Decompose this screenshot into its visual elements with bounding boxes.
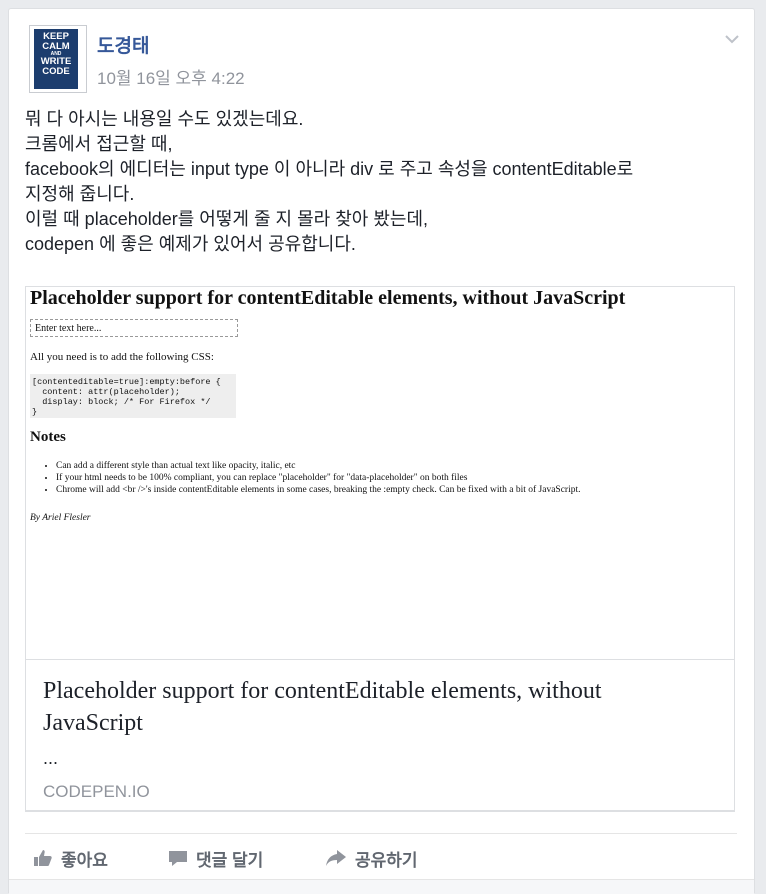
- post-card: KEEP CALM AND WRITE CODE 도경태 10월 16일 오후 …: [8, 8, 755, 894]
- post-text-line: 크롬에서 접근할 때,: [25, 134, 173, 154]
- share-arrow-icon: [326, 850, 346, 866]
- chevron-down-icon[interactable]: [724, 31, 740, 47]
- preview-code-block: [contenteditable=true]:empty:before { co…: [30, 374, 236, 418]
- comment-button[interactable]: 댓글 달기: [168, 845, 263, 871]
- preview-input-example: Enter text here...: [30, 319, 238, 337]
- comment-label: 댓글 달기: [196, 850, 264, 870]
- link-preview-image[interactable]: Placeholder support for contentEditable …: [26, 287, 734, 660]
- preview-note-item: Can add a different style than actual te…: [56, 460, 581, 472]
- preview-title: Placeholder support for contentEditable …: [30, 287, 626, 309]
- comment-icon: [169, 851, 187, 866]
- post-body: 뭐 다 아시는 내용일 수도 있겠는데요. 크롬에서 접근할 때, facebo…: [25, 107, 740, 257]
- post-timestamp[interactable]: 10월 16일 오후 4:22: [97, 64, 245, 89]
- like-button[interactable]: 좋아요: [33, 845, 108, 871]
- author-name[interactable]: 도경태: [97, 31, 149, 58]
- preview-description: All you need is to add the following CSS…: [30, 351, 214, 363]
- post-text-line: facebook의 에디터는 input type 이 아니라 div 로 주고…: [25, 159, 634, 179]
- preview-note-item: Chrome will add <br />'s inside contentE…: [56, 484, 581, 496]
- like-label: 좋아요: [61, 850, 108, 870]
- post-actions-bar: 좋아요 댓글 달기 공유하기: [25, 845, 737, 875]
- avatar[interactable]: KEEP CALM AND WRITE CODE: [29, 25, 87, 93]
- thumbs-up-icon: [34, 850, 52, 866]
- link-preview-card[interactable]: Placeholder support for contentEditable …: [25, 286, 735, 812]
- post-text-line: codepen 에 좋은 예제가 있어서 공유합니다.: [25, 234, 356, 254]
- avatar-image: KEEP CALM AND WRITE CODE: [34, 29, 78, 89]
- post-text-line: 이럴 때 placeholder를 어떻게 줄 지 몰라 찾아 봤는데,: [25, 209, 429, 229]
- post-text-line: 지정해 줍니다.: [25, 184, 135, 204]
- link-description: ...: [43, 748, 59, 768]
- link-title[interactable]: Placeholder support for contentEditable …: [43, 675, 683, 739]
- actions-divider: [25, 833, 737, 834]
- link-domain: CODEPEN.IO: [43, 782, 150, 801]
- share-button[interactable]: 공유하기: [325, 845, 418, 871]
- preview-notes-list: Can add a different style than actual te…: [46, 460, 581, 496]
- preview-note-item: If your html needs to be 100% compliant,…: [56, 472, 581, 484]
- preview-notes-heading: Notes: [30, 429, 66, 445]
- post-text-line: 뭐 다 아시는 내용일 수도 있겠는데요.: [25, 109, 304, 129]
- avatar-text-line: CODE: [42, 66, 70, 78]
- share-label: 공유하기: [355, 850, 418, 870]
- preview-byline: By Ariel Flesler: [30, 513, 91, 523]
